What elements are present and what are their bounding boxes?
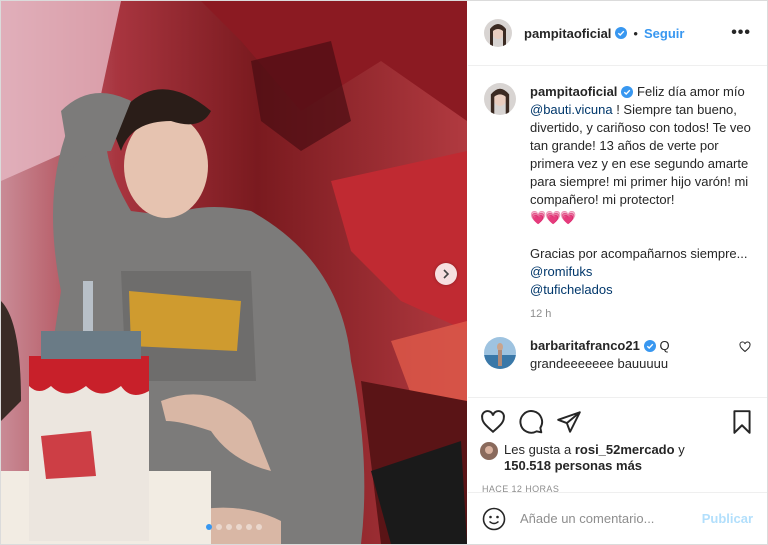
post-actions: Les gusta a rosi_52mercado y 150.518 per… [468, 397, 767, 507]
verified-badge-icon [621, 86, 634, 98]
comment-icon[interactable] [518, 409, 544, 435]
comments-section: pampitaoficial Feliz día amor mío @bauti… [468, 67, 767, 397]
liker-avatar[interactable] [480, 442, 498, 460]
carousel-dot [226, 524, 232, 530]
carousel-dot [206, 524, 212, 530]
mention-link[interactable]: @tufichelados [530, 282, 613, 297]
likes-count[interactable]: 150.518 personas más [504, 458, 642, 473]
avatar-image [480, 442, 498, 460]
post-header: pampitaoficial • Seguir ••• [468, 1, 767, 66]
carousel-indicator [1, 524, 467, 530]
post-sidebar: pampitaoficial • Seguir ••• pampitaofici… [468, 1, 767, 544]
author-username[interactable]: pampitaoficial [524, 26, 611, 41]
follow-button[interactable]: Seguir [644, 26, 684, 41]
carousel-dot [236, 524, 242, 530]
caption-username[interactable]: pampitaoficial [530, 84, 617, 99]
likes-prefix: Les gusta a [504, 442, 572, 457]
next-photo-button[interactable] [435, 263, 457, 285]
avatar-image [484, 83, 516, 115]
bookmark-icon[interactable] [729, 409, 755, 435]
author-avatar[interactable] [484, 83, 516, 115]
comment-like-icon[interactable] [739, 337, 751, 353]
action-icons [480, 406, 755, 438]
verified-badge-icon [643, 340, 656, 352]
commenter-avatar[interactable] [484, 337, 516, 369]
header-separator: • [633, 25, 638, 41]
publish-button[interactable]: Publicar [702, 511, 753, 526]
comment-row: barbaritafranco21 Q grandeeeeeee bauuuuu [484, 337, 751, 373]
photo-illustration [1, 1, 467, 544]
caption-text: pampitaoficial Feliz día amor mío @bauti… [530, 83, 751, 323]
liker-username[interactable]: rosi_52mercado [575, 442, 675, 457]
author-avatar[interactable] [484, 19, 512, 47]
ellipsis-icon[interactable]: ••• [731, 24, 751, 42]
commenter-username[interactable]: barbaritafranco21 [530, 338, 640, 353]
add-comment-bar: Publicar [468, 492, 767, 544]
chevron-right-icon [443, 269, 450, 279]
caption-row: pampitaoficial Feliz día amor mío @bauti… [484, 83, 751, 323]
likes-conj: y [678, 442, 685, 457]
carousel-dot [216, 524, 222, 530]
avatar-image [484, 19, 512, 47]
comment-input[interactable] [518, 510, 692, 527]
share-icon[interactable] [556, 409, 582, 435]
caption-part: ! Siempre tan bueno, divertido, y cariño… [530, 102, 751, 207]
emoji-icon[interactable] [482, 507, 506, 531]
verified-badge-icon [615, 27, 628, 39]
caption-part: Feliz día amor mío [637, 84, 745, 99]
mention-link[interactable]: @bauti.vicuna [530, 102, 613, 117]
hearts-emoji: 💗💗💗 [530, 210, 577, 225]
mention-link[interactable]: @romifuks [530, 264, 592, 279]
heart-icon[interactable] [480, 409, 506, 435]
post-photo [1, 1, 467, 544]
carousel-dot [246, 524, 252, 530]
likes-summary: Les gusta a rosi_52mercado y 150.518 per… [480, 442, 755, 474]
post-dialog: pampitaoficial • Seguir ••• pampitaofici… [0, 0, 768, 545]
avatar-image [484, 337, 516, 369]
carousel-dot [256, 524, 262, 530]
caption-time[interactable]: 12 h [530, 305, 751, 323]
comment-text: barbaritafranco21 Q grandeeeeeee bauuuuu [530, 337, 730, 373]
caption-part: Gracias por acompañarnos siempre... [530, 246, 748, 261]
